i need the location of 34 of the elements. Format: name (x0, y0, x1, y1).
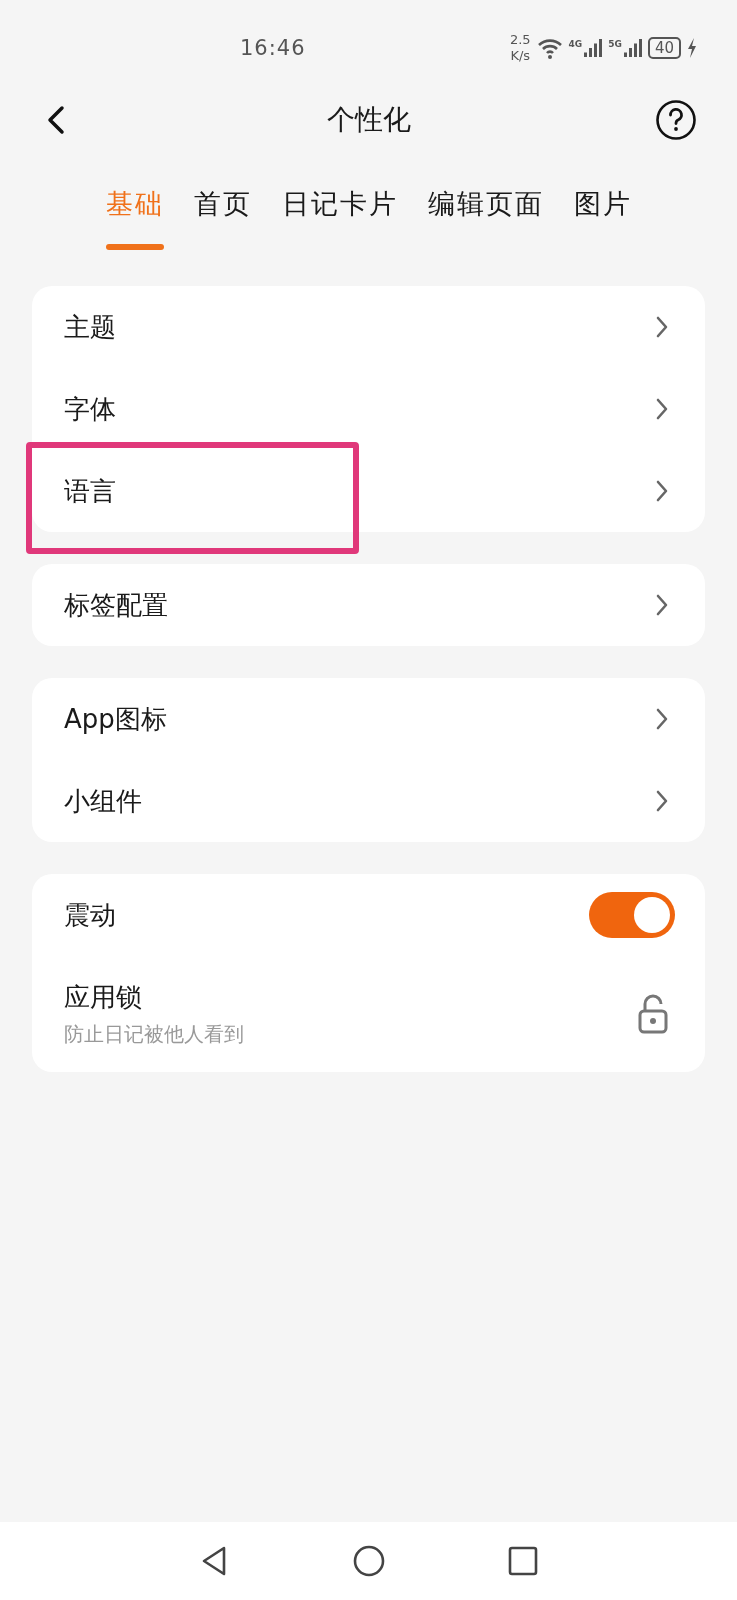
row-label: 应用锁 (64, 981, 143, 1014)
chevron-right-icon (655, 789, 669, 813)
network-speed-value: 2.5 (509, 32, 531, 48)
row-label: 标签配置 (64, 588, 168, 622)
row-label: 震动 (64, 898, 116, 932)
network-type: 5G (608, 39, 622, 49)
chevron-right-icon (655, 707, 669, 731)
chevron-right-icon (655, 397, 669, 421)
tab[interactable]: 首页 (193, 186, 252, 250)
toggle-switch[interactable] (589, 892, 675, 938)
chevron-right-icon (655, 593, 669, 617)
row-label: 小组件 (64, 784, 142, 818)
chevron-right-icon (655, 479, 669, 503)
signal-icon (623, 39, 642, 57)
clock: 16:46 (240, 36, 306, 60)
page-title: 个性化 (326, 102, 411, 138)
tab[interactable]: 编辑页面 (427, 186, 544, 250)
wifi-icon (536, 37, 563, 59)
battery-level: 40 (647, 37, 681, 59)
tab[interactable]: 日记卡片 (281, 186, 398, 250)
help-icon[interactable] (655, 99, 697, 141)
row-label: App图标 (64, 702, 167, 736)
home-circle-icon[interactable] (351, 1544, 386, 1578)
row-label: 主题 (64, 310, 116, 344)
row-label: 语言 (64, 474, 116, 508)
network-speed-unit: K/s (510, 48, 531, 64)
chevron-right-icon (655, 315, 669, 339)
tab[interactable]: 图片 (573, 186, 632, 250)
unlocked-padlock-icon[interactable] (637, 994, 669, 1034)
charging-icon (687, 38, 697, 58)
row-label: 字体 (64, 392, 116, 426)
signal-icon (584, 39, 603, 57)
row-subtitle: 防止日记被他人看到 (64, 1021, 244, 1048)
network-type: 4G (568, 39, 583, 49)
